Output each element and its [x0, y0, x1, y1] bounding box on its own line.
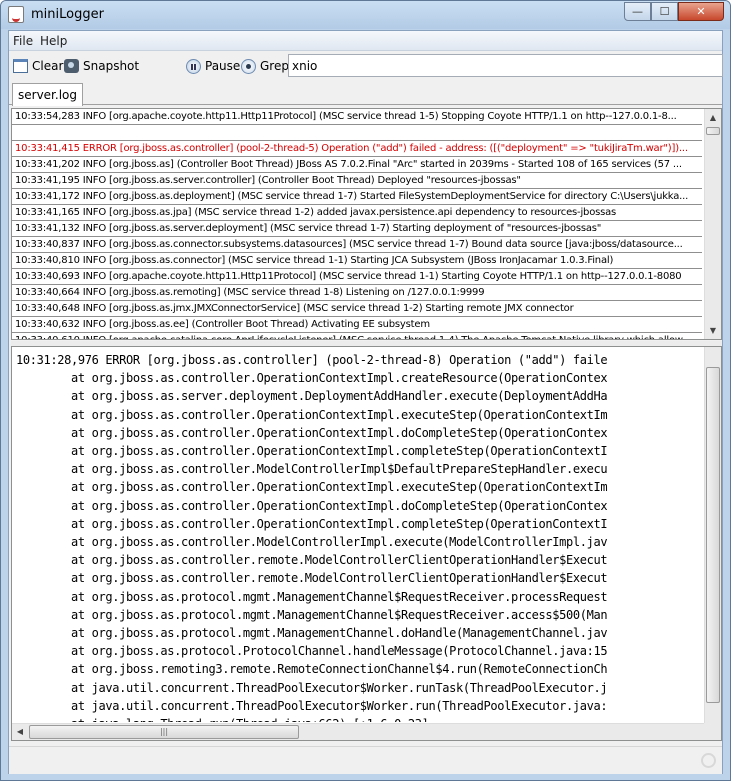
app-window: miniLogger — ☐ ✕ File Help Clear Snapsho… — [0, 0, 731, 781]
stack-trace-line: at org.jboss.as.protocol.mgmt.Management… — [16, 607, 608, 622]
scroll-up-arrow-icon[interactable]: ▲ — [705, 109, 721, 126]
scroll-corner — [704, 723, 721, 740]
stack-trace-line: at java.lang.Thread.run(Thread.java:662)… — [16, 715, 702, 722]
stack-trace-line: at java.util.concurrent.ThreadPoolExecut… — [16, 680, 608, 695]
status-bar — [9, 746, 722, 774]
log-row[interactable]: 10:33:54,283 INFO [org.apache.coyote.htt… — [12, 109, 702, 125]
log-row[interactable]: 10:33:40,664 INFO [org.jboss.as.remoting… — [12, 285, 702, 301]
detail-horizontal-thumb[interactable]: ||| — [29, 725, 299, 739]
menu-bar: File Help — [9, 31, 722, 51]
grep-radio-icon — [241, 58, 256, 74]
log-row[interactable]: 10:33:40,693 INFO [org.apache.coyote.htt… — [12, 269, 702, 285]
grep-toggle[interactable]: Grep — [241, 56, 289, 76]
tab-server-log[interactable]: server.log — [12, 83, 83, 106]
stack-trace-line: at org.jboss.as.controller.OperationCont… — [16, 498, 608, 513]
stack-trace-line: 10:31:28,976 ERROR [org.jboss.as.control… — [16, 353, 608, 367]
camera-icon — [64, 59, 79, 73]
toolbar: Clear Snapshot Pause Grep — [9, 52, 723, 80]
log-rows: 10:33:54,283 INFO [org.apache.coyote.htt… — [12, 109, 721, 339]
detail-vertical-scrollbar[interactable] — [704, 347, 721, 724]
stack-trace-line: at org.jboss.as.server.deployment.Deploy… — [16, 389, 608, 404]
log-row[interactable]: 10:33:40,810 INFO [org.jboss.as.connecto… — [12, 253, 702, 269]
detail-horizontal-scrollbar[interactable]: ◀ ||| — [12, 723, 705, 740]
stack-trace-line: at org.jboss.as.protocol.mgmt.Management… — [16, 626, 608, 641]
scroll-thumb[interactable] — [706, 127, 720, 135]
log-row[interactable]: 10:33:41,415 ERROR [org.jboss.as.control… — [12, 141, 702, 157]
stack-trace-line: at org.jboss.as.protocol.ProtocolChannel… — [16, 644, 608, 659]
close-button[interactable]: ✕ — [678, 2, 724, 21]
maximize-button[interactable]: ☐ — [651, 2, 678, 21]
window-title: miniLogger — [31, 7, 104, 22]
stack-trace-line: at org.jboss.as.controller.remote.ModelC… — [16, 553, 608, 568]
grep-input[interactable] — [288, 54, 723, 77]
tab-strip: server.log — [9, 83, 722, 106]
stack-trace-text[interactable]: 10:31:28,976 ERROR [org.jboss.as.control… — [12, 347, 702, 722]
scroll-down-arrow-icon[interactable]: ▼ — [705, 322, 721, 339]
stack-trace-line: at org.jboss.as.controller.ModelControll… — [16, 535, 608, 550]
clear-label: Clear — [32, 59, 64, 73]
title-bar[interactable]: miniLogger — ☐ ✕ — [1, 1, 730, 29]
detail-vertical-thumb[interactable] — [706, 367, 720, 703]
log-row[interactable]: 10:33:40,632 INFO [org.jboss.as.ee] (Con… — [12, 317, 702, 333]
scroll-left-arrow-icon[interactable]: ◀ — [12, 724, 28, 740]
pause-label: Pause — [205, 59, 241, 73]
log-row[interactable]: 10:33:40,837 INFO [org.jboss.as.connecto… — [12, 237, 702, 253]
pause-button[interactable]: Pause — [186, 56, 240, 76]
stack-trace-line: at org.jboss.as.controller.remote.ModelC… — [16, 571, 608, 586]
detail-pane[interactable]: 10:31:28,976 ERROR [org.jboss.as.control… — [11, 346, 722, 741]
log-row[interactable]: 10:33:40,648 INFO [org.jboss.as.jmx.JMXC… — [12, 301, 702, 317]
pause-icon — [186, 58, 201, 74]
clear-button[interactable]: Clear — [13, 56, 63, 76]
log-row[interactable]: 10:33:41,202 INFO [org.jboss.as] (Contro… — [12, 157, 702, 173]
stack-trace-line: at org.jboss.as.controller.OperationCont… — [16, 407, 608, 422]
grep-label: Grep — [260, 59, 289, 73]
stack-trace-line: at org.jboss.as.controller.OperationCont… — [16, 516, 608, 531]
menu-help[interactable]: Help — [40, 34, 67, 48]
stack-trace-line: at org.jboss.as.controller.ModelControll… — [16, 462, 608, 477]
minimize-button[interactable]: — — [624, 2, 651, 21]
stack-trace-line: at org.jboss.as.controller.OperationCont… — [16, 444, 608, 459]
log-row[interactable]: 10:33:41,172 INFO [org.jboss.as.deployme… — [12, 189, 702, 205]
java-app-icon — [8, 6, 24, 23]
busy-indicator-icon — [701, 753, 716, 768]
stack-trace-line: at org.jboss.as.controller.OperationCont… — [16, 425, 608, 440]
snapshot-button[interactable]: Snapshot — [64, 56, 139, 76]
snapshot-label: Snapshot — [83, 59, 140, 73]
stack-trace-line: at org.jboss.remoting3.remote.RemoteConn… — [16, 662, 608, 677]
log-list[interactable]: 10:33:54,283 INFO [org.apache.coyote.htt… — [11, 108, 722, 340]
client-area: File Help Clear Snapshot Pause Grep xnio… — [8, 30, 723, 774]
log-row[interactable]: 10:33:41,165 INFO [org.jboss.as.jpa] (MS… — [12, 205, 702, 221]
log-row[interactable] — [12, 125, 702, 141]
clear-icon — [13, 59, 28, 73]
stack-trace-line: at org.jboss.as.controller.OperationCont… — [16, 480, 608, 495]
log-row[interactable]: 10:33:40,610 INFO [org.apache.catalina.c… — [12, 333, 702, 339]
log-list-scrollbar[interactable]: ▲ ▼ — [704, 109, 721, 339]
stack-trace-line: at java.util.concurrent.ThreadPoolExecut… — [16, 698, 608, 713]
menu-file[interactable]: File — [13, 34, 33, 48]
log-row[interactable]: 10:33:41,195 INFO [org.jboss.as.server.c… — [12, 173, 702, 189]
log-row[interactable]: 10:33:41,132 INFO [org.jboss.as.server.d… — [12, 221, 702, 237]
window-controls: — ☐ ✕ — [624, 2, 724, 21]
stack-trace-line: at org.jboss.as.protocol.mgmt.Management… — [16, 589, 608, 604]
stack-trace-line: at org.jboss.as.controller.OperationCont… — [16, 371, 608, 386]
